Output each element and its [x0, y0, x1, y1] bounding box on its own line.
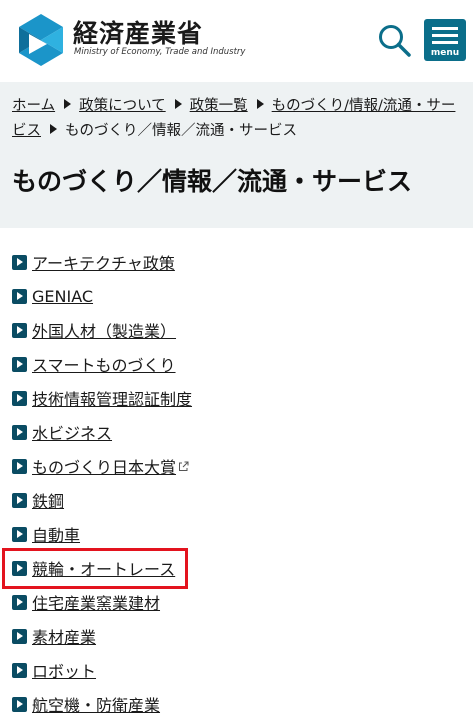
list-item-link[interactable]: アーキテクチャ政策 [32, 250, 175, 274]
arrow-right-icon [12, 662, 27, 678]
hamburger-bar [432, 41, 458, 44]
site-header: 経済産業省 Ministry of Economy, Trade and Ind… [0, 0, 473, 82]
menu-button[interactable]: menu [424, 19, 466, 61]
list-item-link[interactable]: ものづくり日本大賞 [32, 454, 176, 478]
arrow-right-icon [12, 594, 27, 610]
list-item-link[interactable]: 鉄鋼 [32, 488, 64, 512]
list-item[interactable]: アーキテクチャ政策 [12, 247, 175, 277]
arrow-right-icon [12, 526, 27, 542]
page-title: ものづくり／情報／流通・サービス [12, 167, 413, 196]
hamburger-icon [432, 27, 458, 30]
list-item[interactable]: スマートものづくり [12, 349, 176, 379]
arrow-right-icon [12, 356, 27, 372]
hamburger-bar [432, 34, 458, 37]
arrow-right-icon [12, 322, 27, 338]
menu-label: menu [430, 48, 460, 58]
list-item[interactable]: 鉄鋼 [12, 485, 64, 515]
site-title[interactable]: 経済産業省 [73, 19, 203, 49]
site-title-en: Ministry of Economy, Trade and Industry [74, 47, 246, 57]
list-item-link[interactable]: 外国人材（製造業） [32, 318, 176, 342]
page-header-band: ホーム 政策について 政策一覧 ものづくり/情報/流通・サービス ものづくり／情報／流通… [0, 82, 473, 228]
list-item[interactable]: 自動車 [12, 519, 80, 549]
list-item[interactable]: ものづくり日本大賞 [12, 451, 189, 481]
breadcrumb-policy[interactable]: 政策について [79, 98, 166, 114]
list-item-link[interactable]: 技術情報管理認証制度 [32, 386, 192, 410]
list-item-link[interactable]: ロボット [32, 658, 96, 682]
list-item[interactable]: ロボット [12, 655, 96, 685]
list-item-link[interactable]: GENIAC [32, 287, 93, 306]
list-item[interactable]: 外国人材（製造業） [12, 315, 176, 345]
arrow-right-icon [12, 288, 27, 304]
arrow-right-icon [12, 424, 27, 440]
arrow-right-icon [12, 696, 27, 712]
list-item[interactable]: 素材産業 [12, 621, 96, 651]
breadcrumb-current: ものづくり／情報／流通・サービス [65, 123, 297, 139]
breadcrumb-separator-icon [174, 99, 182, 109]
list-item[interactable]: 航空機・防衛産業 [12, 689, 160, 719]
arrow-right-icon [12, 458, 27, 474]
external-link-icon [179, 461, 189, 471]
list-item-link[interactable]: スマートものづくり [32, 352, 176, 376]
breadcrumb-separator-icon [256, 99, 264, 109]
arrow-right-icon [12, 390, 27, 406]
meti-logo-icon[interactable] [17, 14, 65, 66]
list-item-link[interactable]: 自動車 [32, 522, 80, 546]
list-item-link[interactable]: 航空機・防衛産業 [32, 692, 160, 716]
list-item[interactable]: 住宅産業窯業建材 [12, 587, 160, 617]
breadcrumb-home[interactable]: ホーム [12, 98, 55, 114]
breadcrumb: ホーム 政策について 政策一覧 ものづくり/情報/流通・サービス ものづくり／情報／流通… [12, 94, 457, 144]
arrow-right-icon [12, 492, 27, 508]
highlight-box [2, 548, 188, 589]
list-item-link[interactable]: 素材産業 [32, 624, 96, 648]
list-item-link[interactable]: 住宅産業窯業建材 [32, 590, 160, 614]
arrow-right-icon [12, 628, 27, 644]
search-icon[interactable] [376, 22, 412, 58]
list-item[interactable]: GENIAC [12, 281, 93, 311]
breadcrumb-policy-list[interactable]: 政策一覧 [190, 98, 248, 114]
list-item[interactable]: 技術情報管理認証制度 [12, 383, 192, 413]
arrow-right-icon [12, 254, 27, 270]
breadcrumb-separator-icon [50, 124, 57, 134]
list-item[interactable]: 水ビジネス [12, 417, 112, 447]
list-item-link[interactable]: 水ビジネス [32, 420, 112, 444]
breadcrumb-separator-icon [64, 99, 72, 109]
